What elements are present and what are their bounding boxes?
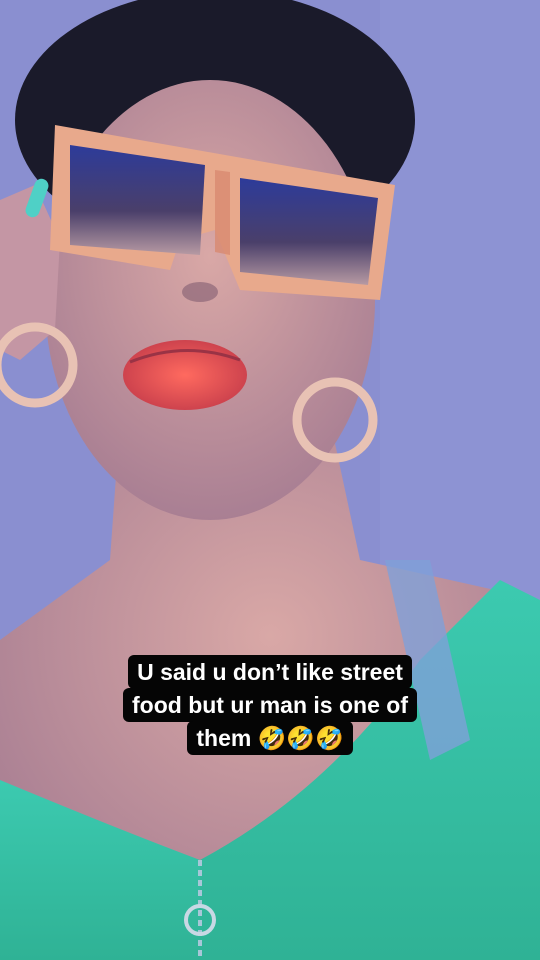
caption-line-3: them 🤣🤣🤣 [187,721,353,755]
selfie-photo [0,0,540,960]
caption-line-1: U said u don’t like street [128,655,412,689]
caption-line-2: food but ur man is one of [123,688,417,722]
video-frame[interactable]: U said u don’t like street food but ur m… [0,0,540,960]
video-caption: U said u don’t like street food but ur m… [0,655,540,755]
